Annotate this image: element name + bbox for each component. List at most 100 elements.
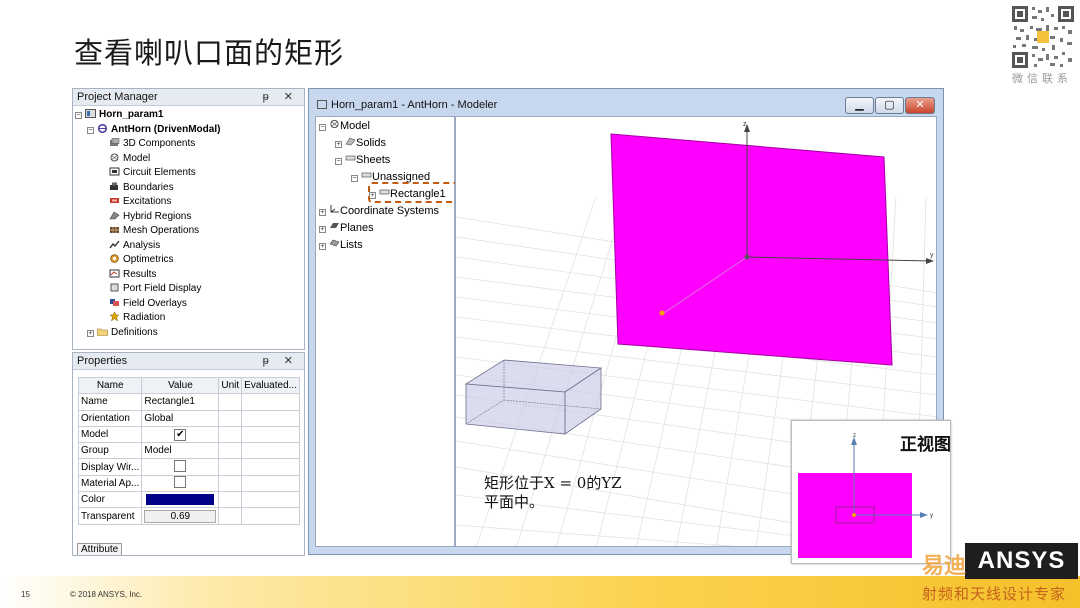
properties-panel: Properties ᵽ ✕ Name Value Unit Evaluated…	[72, 352, 305, 556]
table-row[interactable]: Material Ap...	[77, 474, 300, 493]
prop-value[interactable]: Global	[141, 409, 220, 427]
tree-item-solids[interactable]: + Solids	[335, 136, 386, 149]
prop-name: Transparent	[77, 507, 143, 525]
tree-item-coordinate-systems[interactable]: + Coordinate Systems	[319, 204, 439, 217]
expand-icon[interactable]: +	[319, 243, 326, 250]
tree-item-boundaries[interactable]: Boundaries	[73, 181, 304, 196]
solids-icon	[345, 137, 356, 146]
tree-root-label: Horn_param1	[99, 109, 164, 120]
project-tree: − Horn_param1 − AntHorn (DrivenModal) 3D C…	[73, 106, 304, 340]
properties-header: Properties ᵽ ✕	[73, 353, 304, 370]
model-checkbox[interactable]: ✔	[174, 428, 187, 441]
col-header-name[interactable]: Name	[77, 376, 143, 395]
model-tree: − Model + Solids − Sheets − Unassigned + Rect…	[315, 116, 461, 547]
tree-item-optimetrics[interactable]: Optimetrics	[73, 253, 304, 268]
color-swatch[interactable]	[146, 494, 215, 506]
model-icon	[110, 153, 119, 161]
col-header-unit[interactable]: Unit	[218, 376, 243, 395]
transparency-value-button[interactable]: 0.69	[144, 509, 217, 523]
prop-value[interactable]: Rectangle1	[141, 393, 220, 411]
expand-icon[interactable]: +	[319, 226, 326, 233]
display-wireframe-checkbox[interactable]	[174, 460, 187, 472]
annotation-line2: 平面中。	[484, 493, 545, 511]
prop-name: Color	[77, 491, 143, 509]
table-row[interactable]: Display Wir...	[77, 458, 300, 476]
mesh-icon	[110, 227, 119, 233]
project-manager-title: Project Manager	[77, 91, 158, 103]
field-overlays-icon	[110, 298, 119, 306]
rectangle1-sheet[interactable]	[610, 133, 893, 366]
model-icon	[330, 119, 339, 129]
tree-item-results[interactable]: Results	[73, 268, 304, 283]
expand-icon[interactable]: +	[319, 209, 326, 216]
modeler-title: Horn_param1 - AntHorn - Modeler	[331, 99, 498, 111]
prop-name: Model	[77, 425, 143, 444]
table-row[interactable]: Transparent 0.69	[77, 507, 300, 525]
planes-icon	[330, 223, 339, 228]
col-header-value[interactable]: Value	[141, 376, 220, 395]
tree-item-port-field-display[interactable]: Port Field Display	[73, 282, 304, 297]
material-appearance-checkbox[interactable]	[174, 476, 187, 488]
annotation-text: 矩形位于X = 0的YZ 平面中。	[484, 474, 622, 512]
front-z-label: z	[853, 433, 856, 439]
y-axis-label: y	[930, 252, 934, 259]
tree-item-analysis[interactable]: Analysis	[73, 239, 304, 254]
tree-item-model[interactable]: Model	[73, 152, 304, 167]
ansys-logo: ANSYS	[965, 543, 1078, 579]
table-row[interactable]: Orientation Global	[77, 409, 300, 427]
tree-item-model-root[interactable]: − Model	[319, 119, 370, 132]
table-row[interactable]: Color	[77, 491, 300, 509]
table-row[interactable]: Group Model	[77, 442, 300, 460]
radiation-icon	[109, 312, 120, 321]
tree-item-radiation[interactable]: Radiation	[73, 311, 304, 326]
minimize-button[interactable]: ▁	[845, 97, 874, 114]
prop-value[interactable]: Model	[141, 442, 220, 460]
tree-item-planes[interactable]: + Planes	[319, 221, 374, 234]
tree-item-sheets[interactable]: − Sheets	[335, 153, 390, 166]
tree-item-design[interactable]: − AntHorn (DrivenModal)	[73, 123, 304, 138]
analysis-icon	[109, 240, 120, 248]
close-button[interactable]: ✕	[905, 97, 935, 114]
selection-highlight	[368, 182, 461, 203]
tab-attribute[interactable]: Attribute	[77, 543, 123, 555]
coordinate-system-icon	[330, 205, 339, 213]
panel-controls[interactable]: ᵽ ✕	[263, 90, 299, 103]
slide-title: 查看喇叭口面的矩形	[74, 36, 345, 70]
panel-controls[interactable]: ᵽ ✕	[263, 354, 299, 367]
maximize-button[interactable]: ▢	[875, 97, 904, 114]
collapse-icon[interactable]: −	[335, 158, 342, 165]
tree-item-hybrid-regions[interactable]: Hybrid Regions	[73, 210, 304, 225]
prop-name: Display Wir...	[77, 458, 143, 476]
expand-icon[interactable]: +	[87, 329, 94, 337]
table-row[interactable]: Name Rectangle1	[77, 393, 300, 411]
horn-box[interactable]	[464, 359, 603, 435]
front-y-arrow-icon	[920, 512, 928, 518]
front-view-label: 正视图	[900, 435, 951, 455]
qr-code-icon	[1010, 4, 1076, 70]
tree-item-root[interactable]: − Horn_param1	[73, 108, 304, 123]
tree-item-lists[interactable]: + Lists	[319, 238, 363, 251]
sheet-icon	[345, 155, 356, 161]
port-field-icon	[110, 283, 119, 292]
tree-item-3d-components[interactable]: 3D Components	[73, 137, 304, 152]
table-row[interactable]: Model ✔	[77, 425, 300, 444]
tree-item-definitions[interactable]: + Definitions	[73, 326, 304, 341]
expand-icon[interactable]: +	[335, 141, 342, 148]
sheet-icon	[361, 172, 372, 178]
collapse-icon[interactable]: −	[319, 124, 326, 131]
annotation-line1: 矩形位于X = 0的YZ	[484, 474, 622, 492]
collapse-icon[interactable]: −	[75, 112, 82, 119]
collapse-icon[interactable]: −	[87, 126, 94, 134]
prop-name: Name	[77, 393, 143, 411]
lists-icon	[329, 239, 340, 247]
rectangle-origin-marker	[659, 310, 665, 316]
tree-item-excitations[interactable]: Excitations	[73, 195, 304, 210]
tree-item-circuit-elements[interactable]: Circuit Elements	[73, 166, 304, 181]
copyright: © 2018 ANSYS, Inc.	[70, 590, 143, 599]
col-header-evaluated[interactable]: Evaluated...	[241, 376, 300, 395]
tree-item-field-overlays[interactable]: Field Overlays	[73, 297, 304, 312]
table-header-row: Name Value Unit Evaluated...	[77, 376, 300, 395]
collapse-icon[interactable]: −	[351, 175, 358, 182]
tree-item-mesh-operations[interactable]: Mesh Operations	[73, 224, 304, 239]
project-manager-panel: Project Manager ᵽ ✕ − Horn_param1 − AntHor…	[72, 88, 305, 350]
